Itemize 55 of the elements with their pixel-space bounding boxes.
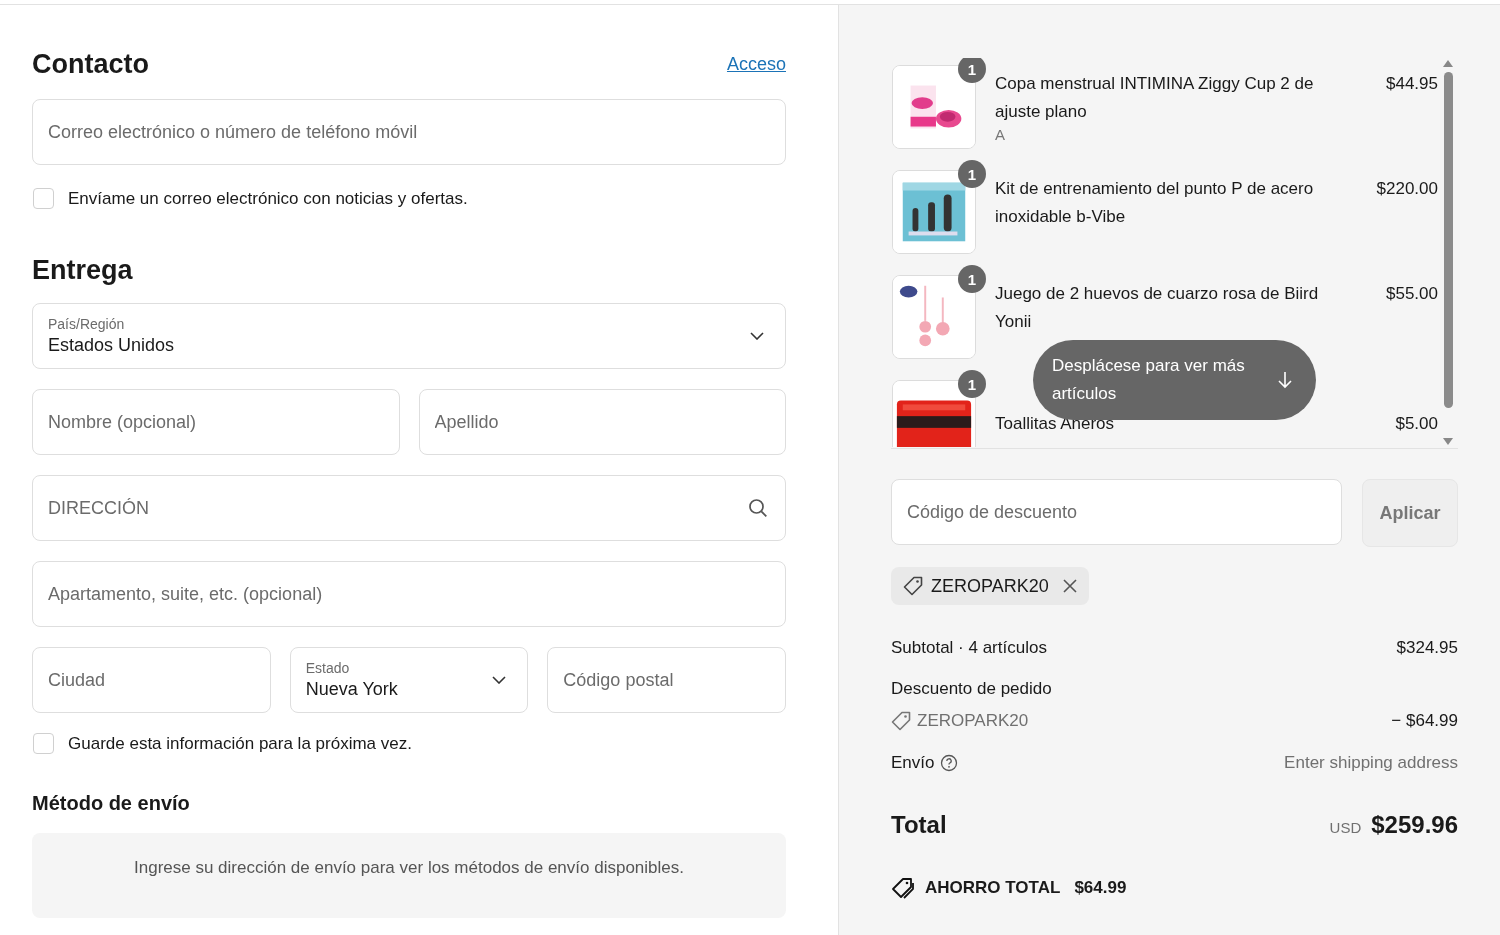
input-field[interactable]: Ciudad [32, 647, 271, 713]
input-field[interactable]: Código postal [547, 647, 786, 713]
help-icon [940, 754, 959, 772]
input-field[interactable]: Apellido [418, 389, 786, 455]
checkbox-label: Guarde esta información para la próxima vez. [68, 733, 412, 754]
product-price: $55.00 [1386, 283, 1438, 305]
product-name: Kit de entrenamiento del punto P de acero inoxidable b-Vibe [995, 178, 1315, 228]
product-price: $5.00 [1395, 413, 1438, 435]
section-heading: Método de envío [32, 792, 191, 815]
dropdown[interactable]: Estado Nueva York [289, 647, 529, 713]
section-heading: Contacto [32, 48, 149, 80]
summary-label: Envío [891, 753, 935, 773]
chevron-down-icon [750, 332, 764, 340]
chevron-down-icon [492, 676, 507, 684]
quantity-badge: 1 [958, 160, 986, 188]
quantity-badge: 1 [958, 265, 986, 293]
product-price: $44.95 [1386, 73, 1438, 95]
currency-code: USD [1329, 819, 1362, 836]
shipping-value: Enter shipping address [1284, 753, 1458, 773]
section-heading: Entrega [32, 255, 134, 286]
product-name: Copa menstrual INTIMINA Ziggy Cup 2 de ajuste plano [995, 73, 1315, 123]
scrollbar[interactable] [1442, 60, 1454, 445]
summary-value: $324.95 [1396, 638, 1458, 658]
discount-code: ZEROPARK20 [917, 711, 1029, 731]
discount-code: ZEROPARK20 [931, 575, 1049, 597]
tag-icon [903, 576, 923, 596]
search-icon [748, 498, 768, 518]
product-variant: A [995, 126, 1006, 144]
total-amount: $259.96 [1371, 811, 1458, 839]
close-icon [1062, 579, 1077, 593]
dropdown[interactable]: País/Región Estados Unidos [32, 303, 786, 369]
quantity-badge: 1 [958, 370, 986, 398]
checkbox-label: Envíame un correo electrónico con noticias y ofertas. [68, 188, 468, 209]
checkbox[interactable] [33, 733, 54, 754]
tags-icon [891, 877, 915, 899]
apply-button[interactable]: Aplicar [1362, 479, 1458, 547]
product-name: Juego de 2 huevos de cuarzo rosa de Biird Yonii [995, 283, 1320, 333]
discount-code-field[interactable]: Código de descuento [891, 479, 1342, 545]
login-link[interactable]: Acceso [726, 36, 786, 75]
email-field[interactable]: Correo electrónico o número de teléfono móvil [32, 99, 786, 165]
discount-amount: − $64.99 [1391, 711, 1458, 731]
input-field[interactable]: Apartamento, suite, etc. (opcional) [32, 561, 786, 627]
savings-amount: $64.99 [1074, 878, 1127, 898]
summary-label: Descuento de pedido [891, 679, 1052, 699]
address-field[interactable]: DIRECCIÓN [32, 475, 786, 541]
quantity-badge: 1 [958, 58, 986, 83]
summary-label: Subtotal · 4 artículos [891, 638, 1047, 658]
checkbox[interactable] [33, 188, 54, 209]
input-field[interactable]: Nombre (opcional) [32, 389, 400, 455]
product-price: $220.00 [1376, 178, 1438, 200]
total-label: Total [891, 811, 947, 839]
info-message: Ingrese su dirección de envío para ver los métodos de envío disponibles. [32, 833, 786, 918]
arrow-down-icon [1278, 371, 1292, 389]
savings-label: AHORRO TOTAL [925, 878, 1061, 898]
tag-icon [891, 711, 911, 731]
